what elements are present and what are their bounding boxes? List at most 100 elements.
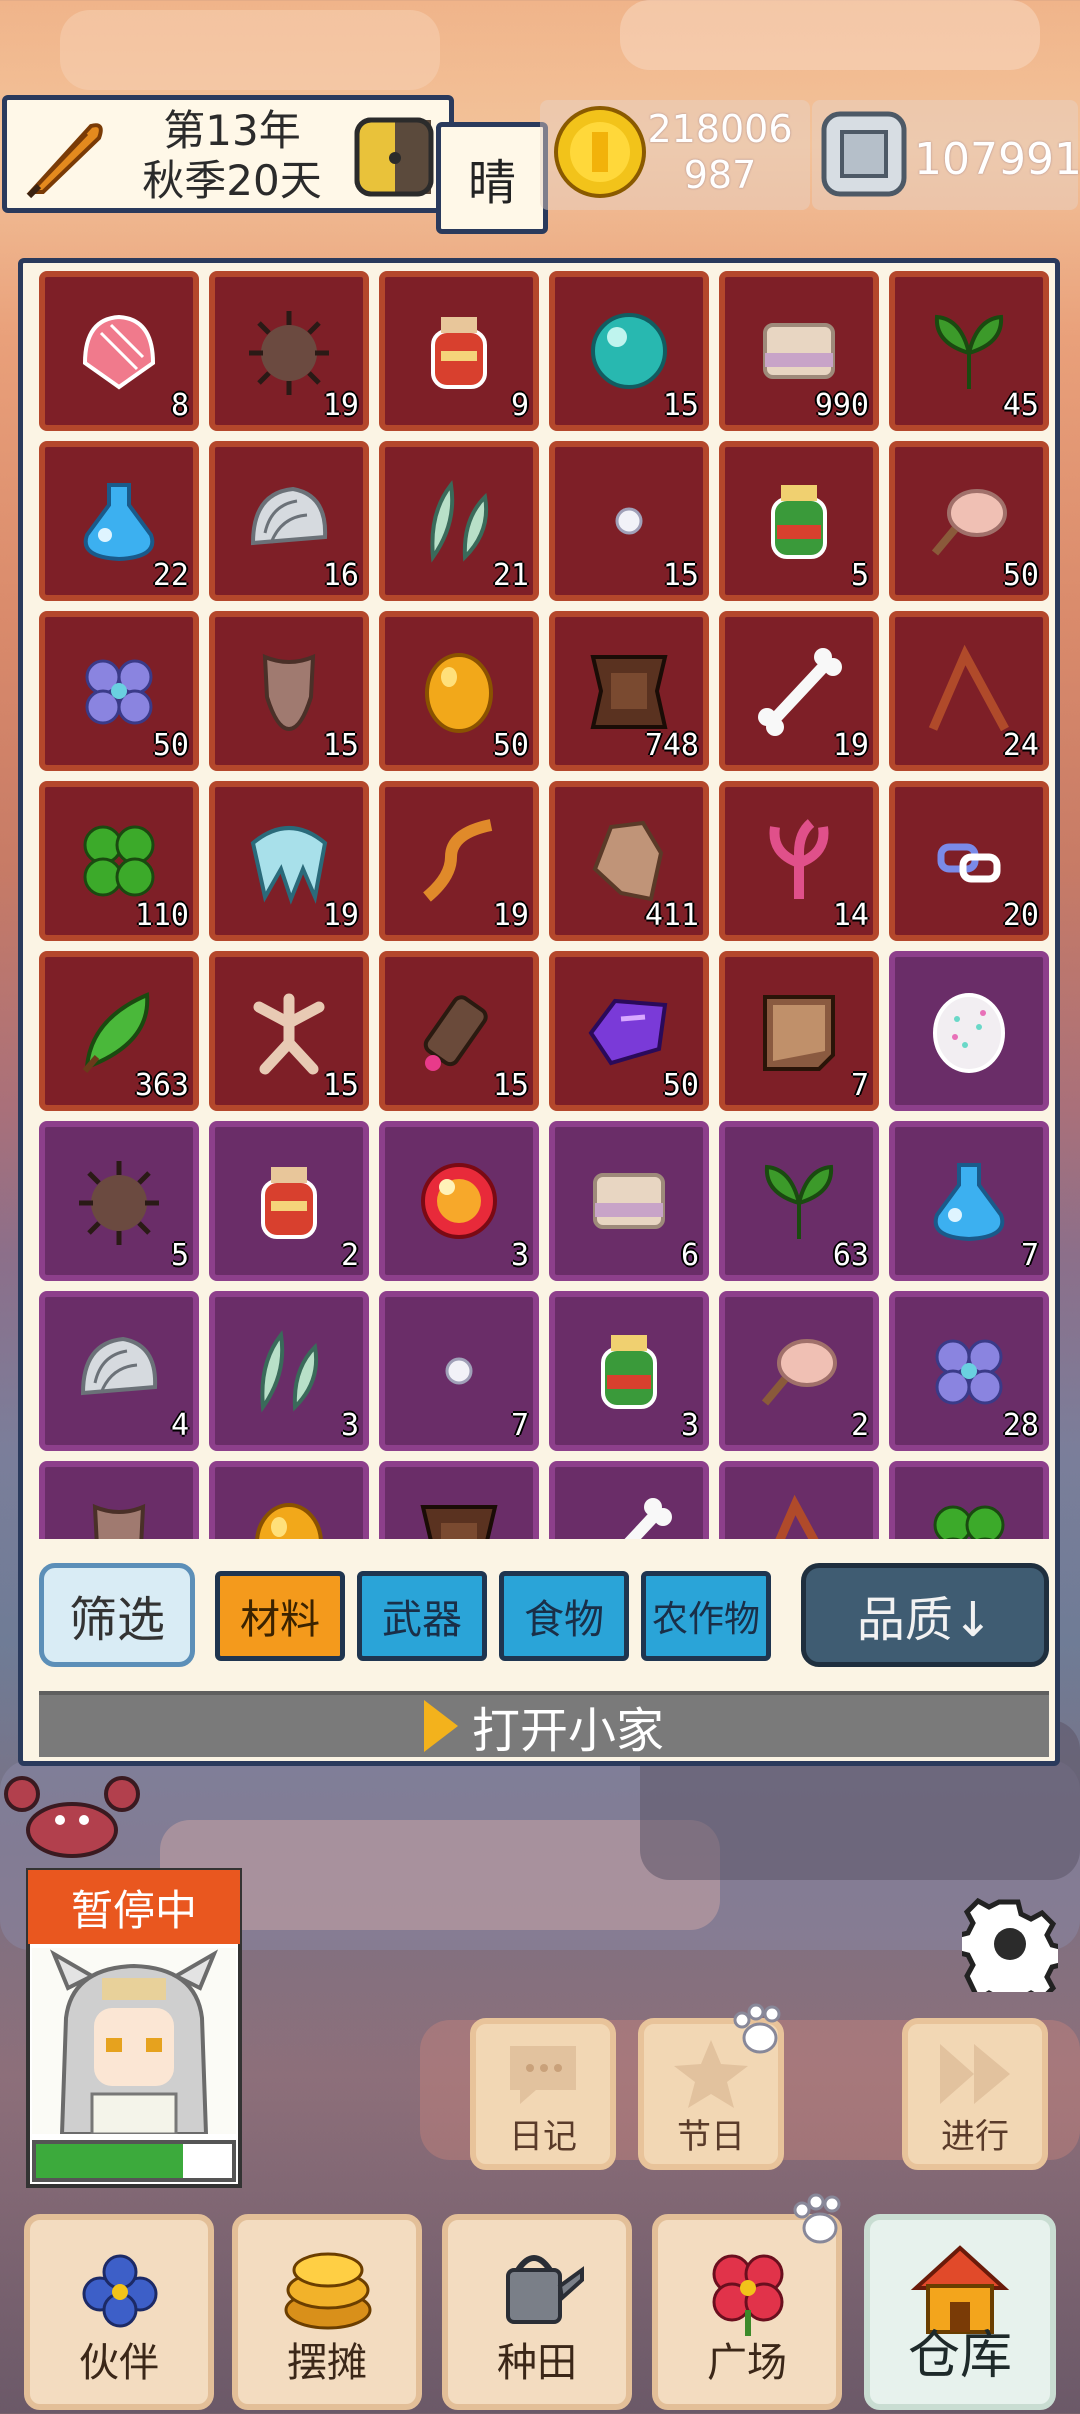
item-count: 3 (680, 1408, 699, 1443)
inventory-slot[interactable]: 363 (39, 951, 199, 1111)
diary-button[interactable]: 日记 (470, 2018, 616, 2170)
nav-farm[interactable]: 种田 (442, 2214, 632, 2410)
feathers-icon (260, 1330, 319, 1413)
item-count: 363 (134, 1068, 189, 1103)
nav-stall[interactable]: 摆摊 (232, 2214, 422, 2410)
inventory-slot[interactable] (209, 1461, 369, 1539)
inventory-slot[interactable]: 7 (719, 951, 879, 1111)
inventory-slot[interactable]: 3 (379, 1121, 539, 1281)
year-label: 第13年 (163, 106, 301, 155)
purple-flower-icon (935, 1339, 1003, 1405)
inventory-slot[interactable]: 21 (379, 441, 539, 601)
fast-forward-icon (940, 2044, 1010, 2104)
inventory-slot[interactable]: 15 (209, 611, 369, 771)
inventory-slot[interactable]: 50 (39, 611, 199, 771)
pink-shell-icon (82, 314, 156, 390)
inventory-slot[interactable]: 45 (889, 271, 1049, 431)
green-jar-icon (771, 485, 827, 559)
inventory-slot[interactable]: 15 (549, 271, 709, 431)
inventory-grid[interactable]: 8 19 9 15 990 45 22 16 21 15 5 50 50 15 50 748 19 24 110 19… (39, 271, 1049, 1539)
inventory-slot[interactable]: 3 (549, 1291, 709, 1451)
nav-warehouse[interactable]: 仓库 (864, 2214, 1056, 2410)
gear-icon[interactable] (962, 1896, 1058, 1992)
weather-label: 晴 (467, 155, 516, 211)
item-count: 15 (322, 1068, 359, 1103)
inventory-slot[interactable]: 63 (719, 1121, 879, 1281)
inventory-slot[interactable]: 15 (549, 441, 709, 601)
filter-button[interactable]: 筛选 (39, 1563, 195, 1667)
tab-crops-label: 农作物 (651, 1599, 760, 1640)
inventory-slot[interactable]: 2 (719, 1291, 879, 1451)
inventory-slot[interactable]: 15 (379, 951, 539, 1111)
inventory-slot[interactable] (379, 1461, 539, 1539)
drumstick-icon (761, 1339, 837, 1406)
inventory-slot[interactable]: 28 (889, 1291, 1049, 1451)
sort-quality-button[interactable]: 品质↓ (801, 1563, 1049, 1667)
inventory-slot[interactable]: 19 (719, 611, 879, 771)
gem-amount: 107991 (914, 134, 1080, 185)
inventory-slot[interactable]: 22 (39, 441, 199, 601)
teal-orb-icon (591, 313, 667, 389)
tab-crops[interactable]: 农作物 (641, 1571, 771, 1661)
nav-companion[interactable]: 伙伴 (24, 2214, 214, 2410)
tab-materials[interactable]: 材料 (215, 1571, 345, 1661)
inventory-slot[interactable]: 8 (39, 271, 199, 431)
proceed-button[interactable]: 进行 (902, 2018, 1048, 2170)
inventory-slot[interactable]: 9 (379, 271, 539, 431)
inventory-slot[interactable]: 24 (889, 611, 1049, 771)
inventory-slot[interactable]: 19 (209, 271, 369, 431)
inventory-slot[interactable]: 4 (39, 1291, 199, 1451)
filter-bar: 筛选 材料 武器 食物 农作物 品质↓ (39, 1563, 1049, 1673)
tab-weapons[interactable]: 武器 (357, 1571, 487, 1661)
inventory-slot[interactable]: 990 (719, 271, 879, 431)
branch-icon (928, 644, 1009, 732)
inventory-slot[interactable] (549, 1461, 709, 1539)
inventory-slot[interactable] (39, 1461, 199, 1539)
inventory-slot[interactable]: 14 (719, 781, 879, 941)
pink-coral-icon (769, 819, 829, 899)
inventory-slot[interactable]: 50 (549, 951, 709, 1111)
inventory-slot[interactable] (889, 1461, 1049, 1539)
inventory-slot[interactable]: 110 (39, 781, 199, 941)
inventory-slot[interactable]: 19 (209, 781, 369, 941)
pause-status-badge[interactable]: 暂停中 (28, 1870, 240, 1944)
item-count: 4 (170, 1408, 189, 1443)
ginseng-root-icon (253, 993, 325, 1075)
item-count: 110 (134, 898, 189, 933)
white-shell-icon (250, 486, 328, 546)
inventory-slot[interactable]: 748 (549, 611, 709, 771)
tab-food[interactable]: 食物 (499, 1571, 629, 1661)
scroll-tube-icon (423, 995, 488, 1071)
date-panel: 第13年 秋季20天 (2, 95, 454, 213)
inventory-slot[interactable]: 2 (209, 1121, 369, 1281)
cloth-bundle-icon (763, 323, 835, 379)
inventory-slot[interactable]: 16 (209, 441, 369, 601)
tab-materials-label: 材料 (240, 1597, 320, 1643)
inventory-slot[interactable] (889, 951, 1049, 1111)
inventory-slot[interactable]: 5 (39, 1121, 199, 1281)
inventory-slot[interactable]: 7 (379, 1291, 539, 1451)
crab-icon (4, 1776, 140, 1858)
inventory-slot[interactable]: 15 (209, 951, 369, 1111)
open-home-button[interactable]: 打开小家 (39, 1691, 1049, 1759)
inventory-slot[interactable]: 19 (379, 781, 539, 941)
inventory-slot[interactable]: 50 (379, 611, 539, 771)
inventory-slot[interactable]: 50 (889, 441, 1049, 601)
leather-icon (590, 655, 668, 729)
inventory-slot[interactable]: 411 (549, 781, 709, 941)
item-count: 3 (510, 1238, 529, 1273)
inventory-slot[interactable]: 6 (549, 1121, 709, 1281)
inventory-slot[interactable]: 5 (719, 441, 879, 601)
speech-bubble-icon (510, 2046, 576, 2104)
festival-label: 节日 (677, 2117, 745, 2157)
item-count: 411 (644, 898, 699, 933)
inventory-slot[interactable]: 3 (209, 1291, 369, 1451)
bone-icon (624, 1498, 672, 1539)
inventory-panel: 8 19 9 15 990 45 22 16 21 15 5 50 50 15 50 748 19 24 110 19… (18, 258, 1060, 1766)
item-count: 990 (814, 388, 869, 423)
red-jar-icon (431, 317, 487, 389)
inventory-slot[interactable] (719, 1461, 879, 1539)
inventory-slot[interactable]: 7 (889, 1121, 1049, 1281)
inventory-slot[interactable]: 20 (889, 781, 1049, 941)
diary-label: 日记 (509, 2117, 577, 2157)
